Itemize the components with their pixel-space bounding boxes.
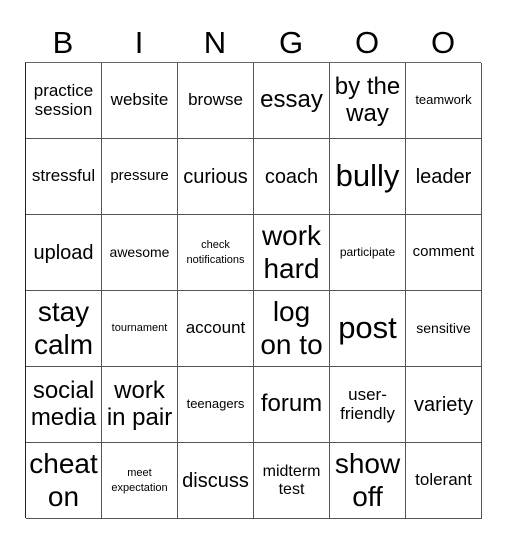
bingo-cell[interactable]: stay calm	[26, 291, 102, 367]
bingo-cell[interactable]: tournament	[102, 291, 178, 367]
bingo-cell[interactable]: work hard	[254, 215, 330, 291]
bingo-cell[interactable]: tolerant	[406, 443, 482, 519]
bingo-cell[interactable]: leader	[406, 139, 482, 215]
bingo-cell[interactable]: midterm test	[254, 443, 330, 519]
bingo-cell[interactable]: practice session	[26, 63, 102, 139]
bingo-cell[interactable]: browse	[178, 63, 254, 139]
bingo-cell[interactable]: log on to	[254, 291, 330, 367]
bingo-cell[interactable]: forum	[254, 367, 330, 443]
bingo-cell[interactable]: stressful	[26, 139, 102, 215]
bingo-cell[interactable]: check notifications	[178, 215, 254, 291]
header-letter: N	[203, 25, 227, 60]
header-letter: O	[430, 25, 456, 60]
header-letter: O	[354, 25, 380, 60]
bingo-cell[interactable]: sensitive	[406, 291, 482, 367]
bingo-cell[interactable]: account	[178, 291, 254, 367]
bingo-cell[interactable]: teenagers	[178, 367, 254, 443]
bingo-cell[interactable]: pressure	[102, 139, 178, 215]
bingo-card: practice session website browse essay by…	[25, 62, 482, 519]
bingo-cell[interactable]: social media	[26, 367, 102, 443]
header-letter: B	[52, 25, 74, 60]
bingo-cell[interactable]: post	[330, 291, 406, 367]
bingo-cell[interactable]: bully	[330, 139, 406, 215]
bingo-cell[interactable]: by the way	[330, 63, 406, 139]
bingo-cell[interactable]: teamwork	[406, 63, 482, 139]
bingo-cell[interactable]: coach	[254, 139, 330, 215]
bingo-cell[interactable]: cheat on	[26, 443, 102, 519]
bingo-cell[interactable]: awesome	[102, 215, 178, 291]
bingo-cell[interactable]: work in pair	[102, 367, 178, 443]
bingo-cell[interactable]: website	[102, 63, 178, 139]
bingo-cell[interactable]: curious	[178, 139, 254, 215]
bingo-cell[interactable]: user-friendly	[330, 367, 406, 443]
bingo-cell[interactable]: variety	[406, 367, 482, 443]
bingo-cell[interactable]: upload	[26, 215, 102, 291]
header-letter: G	[278, 25, 304, 60]
bingo-cell[interactable]: show off	[330, 443, 406, 519]
bingo-header: B I N G O O	[25, 24, 481, 62]
bingo-cell[interactable]: comment	[406, 215, 482, 291]
header-letter: I	[134, 25, 144, 60]
bingo-cell[interactable]: meet expectation	[102, 443, 178, 519]
bingo-cell[interactable]: discuss	[178, 443, 254, 519]
bingo-cell[interactable]: participate	[330, 215, 406, 291]
bingo-cell[interactable]: essay	[254, 63, 330, 139]
